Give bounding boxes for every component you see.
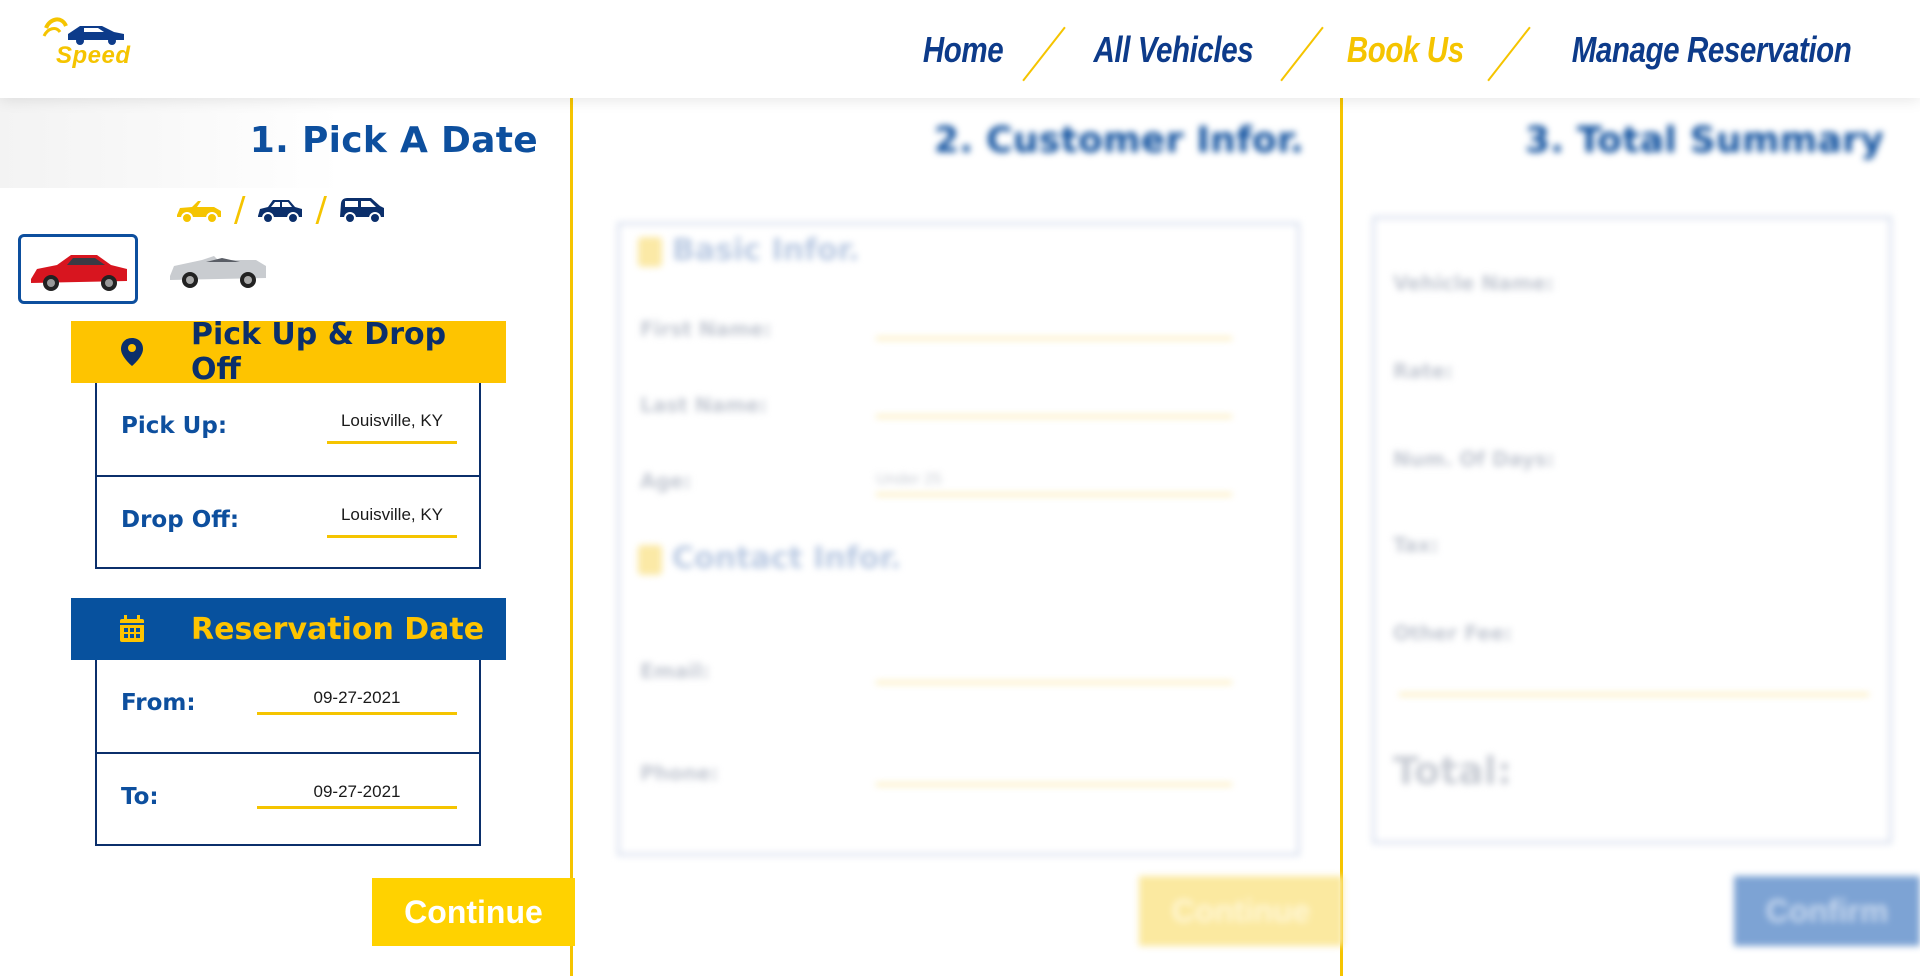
dropoff-row: Drop Off: Louisville, KY bbox=[97, 475, 479, 567]
contact-info-title: Contact Infor. bbox=[672, 541, 902, 576]
nav-home[interactable]: Home bbox=[922, 29, 1003, 71]
pickup-dropoff-header: Pick Up & Drop Off bbox=[71, 317, 506, 387]
logo-text: Speed bbox=[56, 42, 131, 69]
pickup-dropoff-title: Pick Up & Drop Off bbox=[190, 317, 447, 387]
to-date-label: To: bbox=[121, 784, 159, 810]
phone-icon bbox=[638, 545, 662, 575]
step-3-title: 3. Total Summary bbox=[1524, 120, 1884, 161]
type-separator: / bbox=[234, 190, 246, 230]
step-customer-info-panel: 2. Customer Infor. Basic Infor. First Na… bbox=[575, 98, 1343, 976]
age-label: Age: bbox=[640, 469, 692, 493]
type-separator: / bbox=[315, 190, 327, 230]
phone-input[interactable] bbox=[876, 783, 1232, 786]
step-2-title: 2. Customer Infor. bbox=[933, 120, 1304, 161]
nav-manage-reservation[interactable]: Manage Reservation bbox=[1572, 29, 1852, 71]
reservation-date-card: From: 09-27-2021 To: 09-27-2021 bbox=[95, 660, 481, 846]
customer-info-blurred-content: 2. Customer Infor. Basic Infor. First Na… bbox=[575, 98, 1343, 976]
calendar-icon bbox=[120, 615, 144, 642]
dropoff-location-field[interactable]: Louisville, KY bbox=[327, 505, 457, 538]
step-1-title: 1. Pick A Date bbox=[249, 120, 538, 161]
summary-box: Vehicle Name: Rate: Num. Of Days: Tax: O… bbox=[1372, 216, 1892, 844]
red-sports-car-thumbnail[interactable] bbox=[18, 234, 138, 304]
email-label: Email: bbox=[640, 659, 710, 683]
rate-label: Rate: bbox=[1393, 359, 1454, 383]
vehicle-type-selector: / / bbox=[174, 190, 387, 230]
step-total-summary-panel: 3. Total Summary Vehicle Name: Rate: Num… bbox=[1346, 98, 1920, 976]
dropoff-label: Drop Off: bbox=[121, 507, 240, 533]
sedan-icon[interactable] bbox=[255, 195, 305, 225]
silver-car-image bbox=[170, 256, 266, 288]
reservation-date-header: Reservation Date bbox=[71, 598, 506, 660]
basic-info-title: Basic Infor. bbox=[672, 233, 860, 268]
age-underline bbox=[876, 493, 1232, 496]
other-fee-label: Other Fee: bbox=[1393, 621, 1513, 645]
brand-logo[interactable]: Speed bbox=[40, 14, 136, 70]
num-days-label: Num. Of Days: bbox=[1393, 447, 1555, 471]
pickup-label: Pick Up: bbox=[121, 413, 228, 439]
first-name-label: First Name: bbox=[640, 317, 772, 341]
age-select[interactable]: Under 25 bbox=[876, 471, 942, 489]
site-header: Speed Home All Vehicles Book Us Manage R… bbox=[0, 0, 1920, 98]
nav-divider bbox=[1012, 20, 1076, 80]
step-pick-date-panel: 1. Pick A Date / / Pick Up & Drop Off Pi… bbox=[0, 98, 575, 976]
suv-icon[interactable] bbox=[337, 195, 387, 225]
nav-book-us[interactable]: Book Us bbox=[1347, 29, 1464, 71]
tax-label: Tax: bbox=[1393, 533, 1439, 557]
email-input[interactable] bbox=[876, 681, 1232, 684]
phone-label: Phone: bbox=[640, 761, 719, 785]
last-name-input[interactable] bbox=[876, 415, 1232, 418]
summary-blurred-content: 3. Total Summary Vehicle Name: Rate: Num… bbox=[1346, 98, 1920, 976]
last-name-label: Last Name: bbox=[640, 393, 768, 417]
customer-form: Basic Infor. First Name: Last Name: Age:… bbox=[617, 222, 1300, 856]
convertible-icon[interactable] bbox=[174, 195, 224, 225]
confirm-button[interactable]: Confirm bbox=[1734, 876, 1920, 946]
nav-divider bbox=[1477, 20, 1541, 80]
from-date-label: From: bbox=[121, 690, 196, 716]
nav-all-vehicles[interactable]: All Vehicles bbox=[1093, 29, 1253, 71]
from-date-row: From: 09-27-2021 bbox=[97, 660, 479, 752]
pickup-location-field[interactable]: Louisville, KY bbox=[327, 411, 457, 444]
total-label: Total: bbox=[1393, 749, 1513, 793]
to-date-row: To: 09-27-2021 bbox=[97, 752, 479, 844]
continue-button-step2[interactable]: Continue bbox=[1139, 876, 1343, 946]
continue-button[interactable]: Continue bbox=[372, 878, 575, 946]
pickup-dropoff-card: Pick Up: Louisville, KY Drop Off: Louisv… bbox=[95, 383, 481, 569]
vehicle-name-label: Vehicle Name: bbox=[1393, 271, 1554, 295]
person-icon bbox=[638, 237, 662, 267]
vehicle-thumbnails bbox=[18, 234, 280, 304]
red-car-image bbox=[31, 255, 127, 291]
summary-divider bbox=[1399, 693, 1869, 696]
from-date-field[interactable]: 09-27-2021 bbox=[257, 688, 457, 715]
first-name-input[interactable] bbox=[876, 337, 1232, 340]
reservation-date-title: Reservation Date bbox=[191, 611, 485, 647]
to-date-field[interactable]: 09-27-2021 bbox=[257, 782, 457, 809]
nav-divider bbox=[1270, 20, 1334, 80]
location-pin-icon bbox=[120, 338, 143, 366]
pickup-row: Pick Up: Louisville, KY bbox=[97, 383, 479, 475]
main-nav: Home All Vehicles Book Us Manage Reserva… bbox=[914, 20, 1882, 80]
silver-convertible-thumbnail[interactable] bbox=[160, 234, 280, 304]
